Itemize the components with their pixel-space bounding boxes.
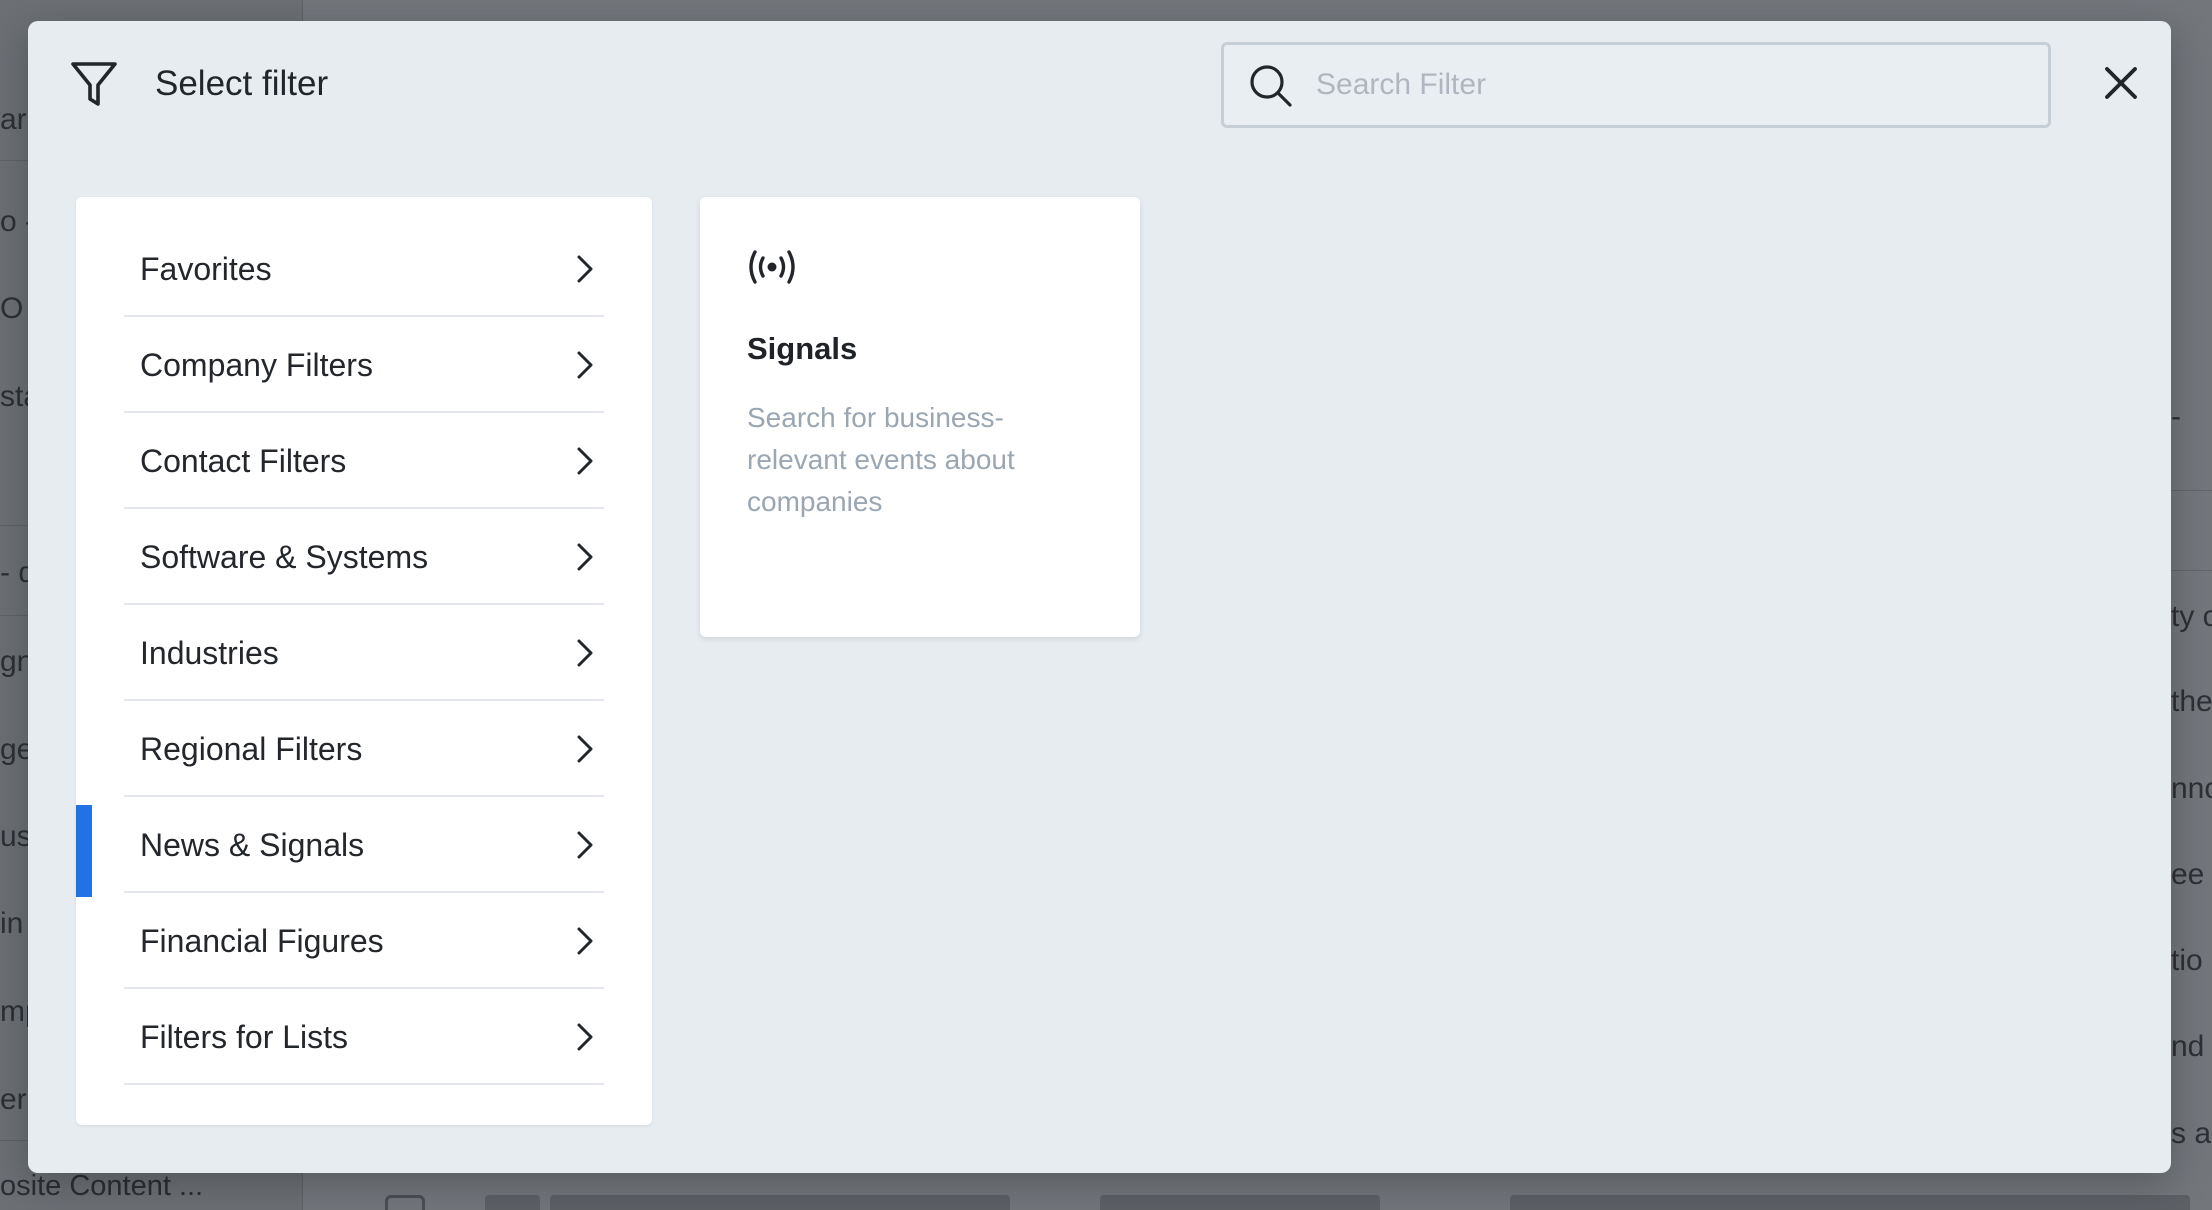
category-item-regional-filters[interactable]: Regional Filters	[124, 701, 604, 797]
search-icon	[1250, 65, 1292, 107]
category-label: Company Filters	[140, 347, 373, 383]
chevron-right-icon	[577, 639, 593, 667]
search-filter-box[interactable]	[1221, 42, 2051, 128]
category-item-favorites[interactable]: Favorites	[124, 221, 604, 317]
background-text: tio	[2171, 944, 2203, 977]
background-text: - d	[0, 556, 28, 589]
chevron-right-icon	[577, 447, 593, 475]
signals-filter-card[interactable]: Signals Search for business-relevant eve…	[700, 197, 1140, 637]
background-text-blur	[550, 1195, 1010, 1210]
broadcast-icon	[749, 250, 795, 284]
chevron-right-icon	[577, 543, 593, 571]
background-text: mp	[0, 995, 28, 1028]
background-text: ee	[2171, 858, 2205, 891]
category-label: Regional Filters	[140, 731, 363, 767]
chevron-right-icon	[577, 351, 593, 379]
background-text: nnc	[2171, 772, 2212, 805]
active-category-indicator	[76, 805, 92, 897]
background-text: o -	[0, 205, 28, 238]
background-text: gna	[0, 645, 28, 678]
background-text: s a	[2171, 1117, 2212, 1150]
category-item-filters-for-lists[interactable]: Filters for Lists	[124, 989, 604, 1085]
category-label: News & Signals	[140, 827, 365, 863]
background-text: ust	[0, 820, 28, 853]
signals-card-description: Search for business-relevant events abou…	[747, 402, 1015, 517]
background-text: nd i	[2171, 1030, 2212, 1063]
modal-header: Select filter	[28, 21, 2171, 151]
search-filter-input[interactable]	[1316, 45, 2038, 125]
background-text: arc	[0, 103, 28, 136]
background-text: the	[2171, 685, 2212, 718]
category-item-company-filters[interactable]: Company Filters	[124, 317, 604, 413]
chevron-right-icon	[577, 735, 593, 763]
background-text: -	[2171, 400, 2181, 433]
modal-title: Select filter	[155, 64, 329, 103]
chevron-right-icon	[577, 927, 593, 955]
category-item-financial-figures[interactable]: Financial Figures	[124, 893, 604, 989]
category-label: Contact Filters	[140, 443, 347, 479]
filter-category-list: Favorites Company Filters Contact Filter…	[76, 197, 652, 1125]
signals-card-title: Signals	[747, 331, 858, 366]
background-text-blur	[1510, 1195, 2190, 1210]
category-label: Favorites	[140, 251, 272, 287]
background-text: sta	[0, 380, 28, 413]
category-item-news-signals[interactable]: News & Signals	[124, 797, 604, 893]
background-sidebar-item: osite Content ...	[0, 1170, 204, 1202]
category-item-industries[interactable]: Industries	[124, 605, 604, 701]
background-text-blur	[1100, 1195, 1380, 1210]
background-text: in	[0, 907, 24, 940]
category-label: Industries	[140, 635, 279, 671]
filter-icon	[71, 62, 117, 106]
background-text: er	[0, 1083, 27, 1116]
category-label: Financial Figures	[140, 923, 384, 959]
category-label: Filters for Lists	[140, 1019, 349, 1055]
category-item-contact-filters[interactable]: Contact Filters	[124, 413, 604, 509]
category-label: Software & Systems	[140, 539, 429, 575]
background-text: ge	[0, 733, 28, 766]
close-icon[interactable]	[2099, 61, 2143, 105]
select-filter-modal: Select filter Favorites Company Filters …	[28, 21, 2171, 1173]
chevron-right-icon	[577, 831, 593, 859]
background-text: ty c	[2171, 600, 2212, 633]
background-checkbox	[385, 1195, 425, 1210]
background-text: O (	[0, 292, 28, 325]
category-item-software-systems[interactable]: Software & Systems	[124, 509, 604, 605]
chevron-right-icon	[577, 1023, 593, 1051]
background-logo	[485, 1195, 540, 1210]
chevron-right-icon	[577, 255, 593, 283]
